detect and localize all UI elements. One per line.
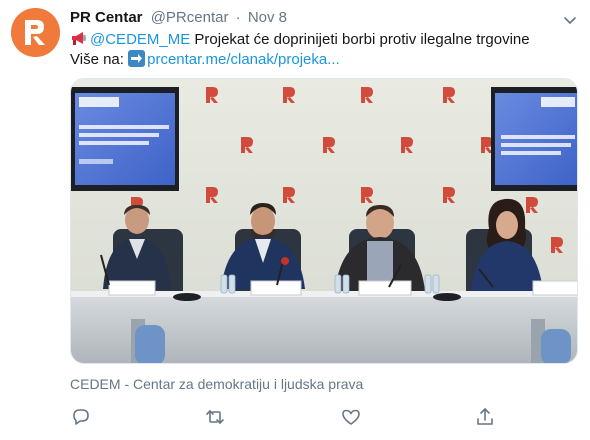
- pr-centar-logo: [11, 8, 60, 57]
- more-label: Više na:: [70, 51, 129, 68]
- tweet-text-line2: Više na: prcentar.me/clanak/projeka...: [70, 50, 340, 70]
- megaphone-icon: [70, 30, 88, 46]
- article-link[interactable]: prcentar.me/clanak/projeka...: [147, 51, 340, 68]
- tweet-body-text: Projekat će doprinijeti borbi protiv ile…: [190, 31, 530, 48]
- left-presentation-screen: [71, 87, 179, 191]
- press-conference-photo: [71, 79, 577, 363]
- tweet-text-line1: @CEDEM_ME Projekat će doprinijeti borbi …: [70, 30, 530, 50]
- tweet-date[interactable]: Nov 8: [248, 9, 287, 26]
- display-name[interactable]: PR Centar: [70, 9, 143, 26]
- reply-icon[interactable]: [70, 406, 92, 428]
- retweet-icon[interactable]: [204, 406, 226, 428]
- photo-caption[interactable]: CEDEM - Centar za demokratiju i ljudska …: [70, 376, 363, 392]
- tweet-header: PR Centar @PRcentar · Nov 8: [70, 9, 287, 29]
- separator-dot: ·: [235, 9, 241, 26]
- arrow-right-icon: [128, 50, 146, 67]
- chevron-down-icon[interactable]: [562, 12, 578, 28]
- right-presentation-screen: [491, 87, 577, 191]
- user-handle[interactable]: @PRcentar: [151, 9, 229, 26]
- tweet-card[interactable]: PR Centar @PRcentar · Nov 8 @CEDEM_ME Pr…: [0, 0, 590, 440]
- avatar[interactable]: [11, 8, 60, 57]
- heart-icon[interactable]: [340, 406, 362, 428]
- mention-link[interactable]: @CEDEM_ME: [90, 31, 190, 48]
- share-icon[interactable]: [474, 406, 496, 428]
- tweet-photo[interactable]: [70, 78, 578, 364]
- tweet-actions: [70, 406, 570, 430]
